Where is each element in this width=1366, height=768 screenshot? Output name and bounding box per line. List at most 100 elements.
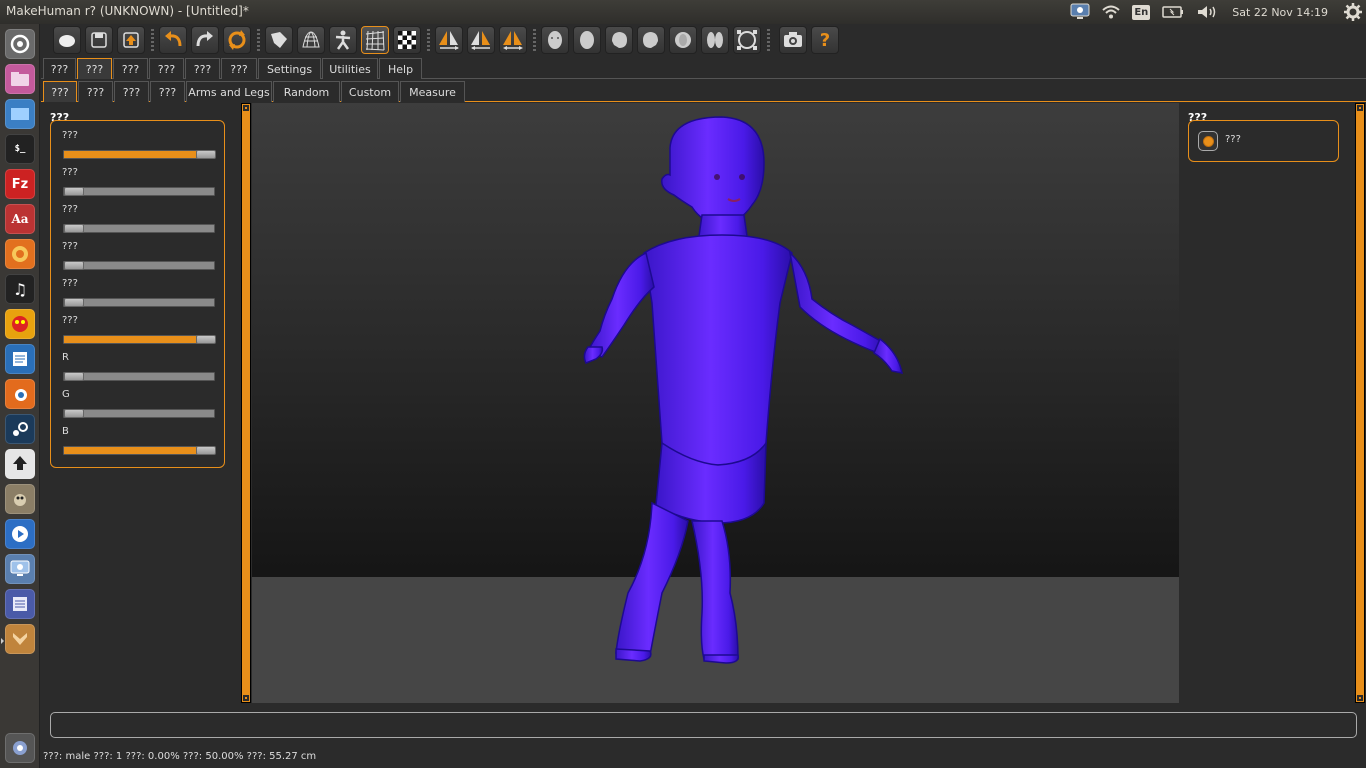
- slider-handle[interactable]: [64, 372, 84, 381]
- checker-icon[interactable]: [393, 26, 421, 54]
- screenshot-icon[interactable]: [779, 26, 807, 54]
- slider-handle[interactable]: [64, 187, 84, 196]
- tab-measure[interactable]: Measure: [400, 81, 465, 102]
- scroll-down-arrow[interactable]: [242, 694, 250, 702]
- battery-icon[interactable]: [1162, 0, 1184, 24]
- indicator-area: En Sat 22 Nov 14:19: [1064, 0, 1366, 24]
- new-icon[interactable]: [53, 26, 81, 54]
- slider-5[interactable]: [63, 335, 216, 344]
- grid-icon[interactable]: [361, 26, 389, 54]
- help-icon[interactable]: ?: [811, 26, 839, 54]
- slider-handle[interactable]: [64, 298, 84, 307]
- wifi-icon[interactable]: [1102, 0, 1121, 24]
- wireframe-icon[interactable]: [297, 26, 325, 54]
- tab-utilities[interactable]: Utilities: [322, 58, 378, 79]
- slider-handle[interactable]: [196, 335, 216, 344]
- dictionary-icon[interactable]: Aa: [5, 204, 35, 234]
- save-icon[interactable]: [85, 26, 113, 54]
- slider-handle[interactable]: [64, 409, 84, 418]
- smooth-icon[interactable]: [265, 26, 293, 54]
- text-editor-icon[interactable]: [5, 589, 35, 619]
- blender-icon[interactable]: [5, 379, 35, 409]
- clock[interactable]: Sat 22 Nov 14:19: [1232, 6, 1328, 19]
- tab-settings[interactable]: Settings: [258, 58, 321, 79]
- top-view-icon[interactable]: [669, 26, 697, 54]
- slider-handle[interactable]: [196, 446, 216, 455]
- session-gear-icon[interactable]: [1344, 0, 1362, 24]
- slider-label: ???: [62, 204, 78, 215]
- slider-1[interactable]: [63, 187, 215, 196]
- slider-handle[interactable]: [196, 150, 216, 159]
- scroll-down-arrow[interactable]: [1356, 694, 1364, 702]
- workspace-icon[interactable]: [5, 99, 35, 129]
- export-icon[interactable]: [117, 26, 145, 54]
- command-input[interactable]: [50, 712, 1357, 738]
- tab-custom[interactable]: Custom: [341, 81, 399, 102]
- filezilla-icon[interactable]: Fz: [5, 169, 35, 199]
- symmetry-right-icon[interactable]: [435, 26, 463, 54]
- back-view-icon[interactable]: [573, 26, 601, 54]
- left-view-icon[interactable]: [605, 26, 633, 54]
- writer-icon[interactable]: [5, 344, 35, 374]
- right-scrollbar[interactable]: [1355, 103, 1365, 703]
- tab-random[interactable]: Random: [273, 81, 340, 102]
- slider-handle[interactable]: [64, 224, 84, 233]
- pose-icon[interactable]: [329, 26, 357, 54]
- left-scrollbar[interactable]: [241, 103, 251, 703]
- tab-arms-and-legs[interactable]: Arms and Legs: [186, 81, 272, 102]
- slider-2[interactable]: [63, 224, 215, 233]
- tab-main-1[interactable]: ???: [77, 58, 112, 79]
- slider-0[interactable]: [63, 150, 216, 159]
- toolbar-separator: [257, 29, 260, 51]
- makehuman-icon[interactable]: [5, 624, 35, 654]
- front-view-icon[interactable]: [541, 26, 569, 54]
- tab-main-0[interactable]: ???: [43, 58, 76, 79]
- inkscape-icon[interactable]: [5, 449, 35, 479]
- tab-sub-0[interactable]: ???: [43, 81, 77, 102]
- bottom-view-icon[interactable]: [701, 26, 729, 54]
- music-player-icon[interactable]: ♫: [5, 274, 35, 304]
- files-icon[interactable]: [5, 64, 35, 94]
- reset-icon[interactable]: [223, 26, 251, 54]
- game-icon[interactable]: [5, 309, 35, 339]
- steam-icon[interactable]: [5, 414, 35, 444]
- tab-main-2[interactable]: ???: [113, 58, 148, 79]
- dash-home-icon[interactable]: [5, 29, 35, 59]
- gimp-icon[interactable]: [5, 484, 35, 514]
- 3d-viewport[interactable]: [252, 103, 1179, 703]
- slider-4[interactable]: [63, 298, 215, 307]
- remote-viewer-icon[interactable]: [5, 554, 35, 584]
- slider-r[interactable]: [63, 372, 215, 381]
- redo-icon[interactable]: [191, 26, 219, 54]
- scroll-up-arrow[interactable]: [1356, 104, 1364, 112]
- radio-button[interactable]: [1198, 131, 1218, 151]
- tab-sub-1[interactable]: ???: [78, 81, 113, 102]
- symmetry-icon[interactable]: [499, 26, 527, 54]
- slider-label: ???: [62, 278, 78, 289]
- tab-main-5[interactable]: ???: [221, 58, 257, 79]
- tab-main-3[interactable]: ???: [149, 58, 184, 79]
- toolbar: ?: [41, 24, 1366, 56]
- slider-fill: [64, 336, 206, 343]
- slider-handle[interactable]: [64, 261, 84, 270]
- firefox-icon[interactable]: [5, 239, 35, 269]
- scroll-up-arrow[interactable]: [242, 104, 250, 112]
- symmetry-left-icon[interactable]: [467, 26, 495, 54]
- undo-icon[interactable]: [159, 26, 187, 54]
- trash-icon[interactable]: [5, 733, 35, 763]
- media-player-icon[interactable]: [5, 519, 35, 549]
- keyboard-layout-indicator[interactable]: En: [1132, 0, 1151, 24]
- human-model[interactable]: [252, 103, 1179, 703]
- tab-sub-2[interactable]: ???: [114, 81, 149, 102]
- remote-desktop-icon[interactable]: [1070, 0, 1090, 24]
- slider-3[interactable]: [63, 261, 215, 270]
- terminal-icon[interactable]: $_: [5, 134, 35, 164]
- tab-sub-3[interactable]: ???: [150, 81, 185, 102]
- slider-g[interactable]: [63, 409, 215, 418]
- tab-help[interactable]: Help: [379, 58, 422, 79]
- tab-main-4[interactable]: ???: [185, 58, 220, 79]
- reset-camera-icon[interactable]: [733, 26, 761, 54]
- slider-b[interactable]: [63, 446, 216, 455]
- volume-icon[interactable]: [1196, 0, 1218, 24]
- right-view-icon[interactable]: [637, 26, 665, 54]
